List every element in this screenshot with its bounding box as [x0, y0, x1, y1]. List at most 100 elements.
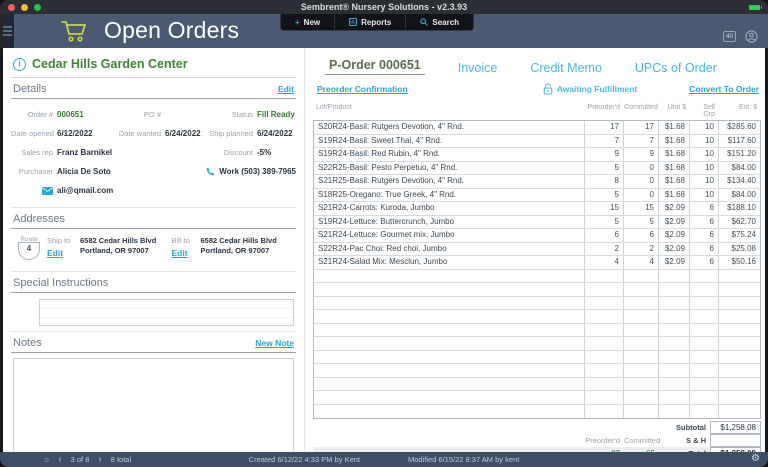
discount-label: Discount [203, 148, 253, 157]
hamburger-menu-button[interactable] [0, 14, 14, 48]
email-link[interactable]: ali@qmail.com [57, 186, 113, 195]
cell-preordered: 9 [584, 148, 623, 161]
cell-unit: $1.68 [658, 175, 689, 188]
page-title: Open Orders [104, 17, 239, 44]
bill-to-edit-link[interactable]: Edit [172, 248, 198, 258]
col-committed: Committed [624, 104, 659, 118]
reports-button[interactable]: Reports [334, 14, 405, 30]
cell-committed [623, 337, 658, 350]
table-row-empty [314, 324, 760, 338]
preorder-confirmation-link[interactable]: Preorder Confirmation [317, 84, 408, 94]
cell-preordered [584, 324, 623, 337]
cell-unit: $2.09 [658, 229, 689, 242]
cell-committed: 17 [623, 121, 658, 134]
new-note-link[interactable]: New Note [255, 338, 294, 348]
table-row[interactable]: S21R24-Salad Mix: Mesclun, Jumbo44$2.096… [314, 256, 760, 270]
cell-unit: $1.68 [658, 121, 689, 134]
modified-info: Modified 6/15/22 8:37 AM by kent [408, 455, 519, 464]
cell-unit [658, 337, 689, 350]
details-edit-link[interactable]: Edit [278, 84, 294, 94]
cell-product [314, 310, 584, 323]
notes-area[interactable] [13, 358, 294, 467]
cell-sellgrp [689, 405, 718, 419]
tab-invoice[interactable]: Invoice [458, 61, 498, 75]
phone-link[interactable]: Work (503) 389-7965 [206, 167, 296, 176]
tab-upcs-of-order[interactable]: UPCs of Order [635, 61, 717, 75]
table-row[interactable]: S19R24-Basil: Red Rubin, 4" Rnd.99$1.681… [314, 148, 760, 162]
purchaser-value: Alicia De Soto [57, 167, 115, 176]
toolbar: + New Reports Search [280, 14, 474, 31]
cell-preordered: 17 [584, 121, 623, 134]
ship-to-edit-link[interactable]: Edit [47, 248, 77, 258]
status-value: Fill Ready [257, 110, 296, 119]
cell-product [314, 324, 584, 337]
cell-sellgrp: 10 [689, 135, 718, 148]
cell-preordered [584, 364, 623, 377]
cell-sellgrp [689, 337, 718, 350]
table-row[interactable]: S18R25-Oregano: True Greek, 4" Rnd.50$1.… [314, 189, 760, 203]
cell-ext [718, 297, 760, 310]
cell-product [314, 270, 584, 283]
cell-preordered [584, 351, 623, 364]
cell-product [314, 405, 584, 419]
cell-product: S20R24-Basil: Rutgers Devotion, 4" Rnd. [314, 121, 584, 134]
table-row[interactable]: S21R24-Lettuce: Gourmet mix, Jumbo66$2.0… [314, 229, 760, 243]
app-window: Sembrent® Nursery Solutions - v2.3.93 Op… [0, 0, 768, 467]
cell-unit [658, 324, 689, 337]
table-row[interactable]: S21R24-Carrots: Kuroda, Jumbo1515$2.096$… [314, 202, 760, 216]
cell-sellgrp [689, 391, 718, 404]
titlebar: Sembrent® Nursery Solutions - v2.3.93 [0, 0, 768, 14]
table-row[interactable]: S22R24-Pac Choi: Red choi, Jumbo22$2.096… [314, 243, 760, 257]
table-row-empty [314, 378, 760, 392]
table-row[interactable]: S20R24-Basil: Rutgers Devotion, 4" Rnd.1… [314, 121, 760, 135]
cell-sellgrp: 6 [689, 229, 718, 242]
table-row[interactable]: S22R25-Basil: Pesto Perpetuo, 4" Rnd.50$… [314, 162, 760, 176]
cell-unit [658, 378, 689, 391]
details-grid: Order # 000651 PO # Status Fill Ready Da… [11, 99, 296, 202]
cell-ext: $285.60 [718, 121, 760, 134]
cell-preordered [584, 378, 623, 391]
col-preorderd: Preorder'd [585, 104, 624, 118]
settings-gear-icon[interactable]: ⚙ [751, 453, 760, 464]
ship-to-label: Ship to [47, 236, 77, 245]
table-row[interactable]: S19R24-Basil: Sweet Thai, 4" Rnd.77$1.68… [314, 135, 760, 149]
cell-preordered: 4 [584, 256, 623, 269]
tab-credit-memo[interactable]: Credit Memo [530, 61, 602, 75]
next-record-button[interactable]: › [98, 455, 101, 465]
cell-ext [718, 270, 760, 283]
previous-record-button[interactable]: ‹ [58, 455, 61, 465]
table-row[interactable]: S21R25-Basil: Rutgers Devotion, 4" Rnd.8… [314, 175, 760, 189]
bill-to-label: Bill to [172, 236, 198, 245]
cell-preordered [584, 337, 623, 350]
cell-product [314, 391, 584, 404]
new-button[interactable]: + New [281, 14, 334, 30]
table-row-empty [314, 283, 760, 297]
sh-input[interactable] [710, 434, 761, 447]
table-row-empty [314, 364, 760, 378]
info-icon[interactable]: i [13, 58, 26, 71]
user-account-icon[interactable] [745, 30, 758, 43]
convert-to-order-link[interactable]: Convert To Order [689, 84, 759, 94]
report-icon [349, 18, 357, 26]
created-info: Created 6/12/22 4:33 PM by Kent [249, 455, 360, 464]
cell-committed [623, 283, 658, 296]
cell-committed: 0 [623, 162, 658, 175]
record-list-icon[interactable]: ≡ [44, 455, 49, 465]
cell-ext: $117.60 [718, 135, 760, 148]
tab-p-order[interactable]: P-Order 000651 [325, 58, 425, 75]
special-instructions-input[interactable] [39, 299, 294, 326]
date-wanted-label: Date wanted [115, 129, 161, 138]
notes-section-header: Notes New Note [11, 331, 296, 353]
table-row-empty [314, 405, 760, 419]
cell-product: S21R24-Carrots: Kuroda, Jumbo [314, 202, 584, 215]
subtotal-row: Subtotal $1,258.08 [313, 421, 761, 434]
table-row[interactable]: S19R24-Lettuce: Buttercrunch, Jumbo55$2.… [314, 216, 760, 230]
notification-count-badge[interactable]: 40 [723, 31, 736, 42]
search-button[interactable]: Search [405, 14, 473, 30]
cell-unit [658, 310, 689, 323]
cell-committed: 7 [623, 135, 658, 148]
table-row-empty [314, 297, 760, 311]
cell-ext [718, 364, 760, 377]
cell-product: S18R25-Oregano: True Greek, 4" Rnd. [314, 189, 584, 202]
col-unit: Unit $ [659, 104, 690, 118]
